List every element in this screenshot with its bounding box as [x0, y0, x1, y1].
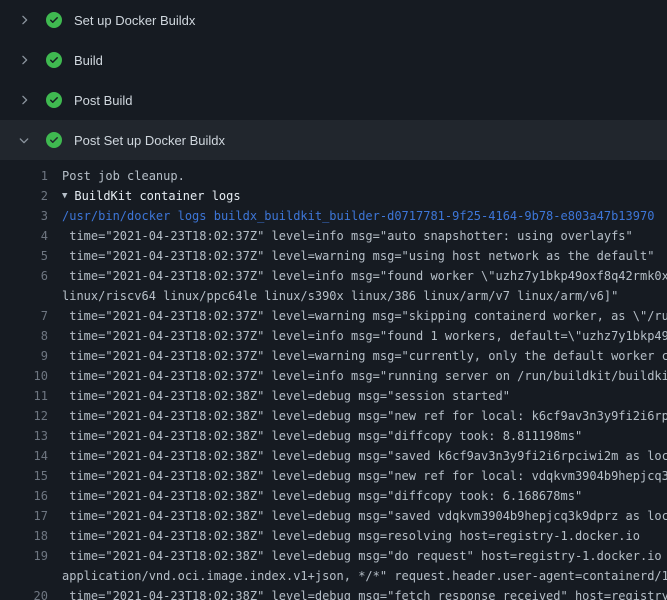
line-number: 2 [18, 186, 48, 206]
actions-job-log-panel: Set up Docker Buildx Build Post Build [0, 0, 667, 600]
log-viewer: 1 Post job cleanup. 2 ▼ BuildKit container l… [0, 160, 667, 600]
log-line: 18 time="2021-04-23T18:02:38Z" level=deb… [0, 526, 667, 546]
step-row-post-set-up-docker-buildx[interactable]: Post Set up Docker Buildx [0, 120, 667, 160]
log-text: time="2021-04-23T18:02:37Z" level=info m… [62, 326, 667, 346]
log-text: time="2021-04-23T18:02:38Z" level=debug … [62, 526, 640, 546]
log-text: time="2021-04-23T18:02:38Z" level=debug … [62, 466, 667, 486]
log-line: 17 time="2021-04-23T18:02:38Z" level=deb… [0, 506, 667, 526]
log-text: Post job cleanup. [62, 166, 185, 186]
line-number: 5 [18, 246, 48, 266]
step-label: Post Build [74, 93, 133, 108]
log-line: linux/riscv64 linux/ppc64le linux/s390x … [0, 286, 667, 306]
chevron-right-icon[interactable] [16, 92, 32, 108]
step-row-post-build[interactable]: Post Build [0, 80, 667, 120]
log-text: time="2021-04-23T18:02:38Z" level=debug … [62, 486, 582, 506]
log-line: 7 time="2021-04-23T18:02:37Z" level=warn… [0, 306, 667, 326]
group-caret-down-icon[interactable]: ▼ [62, 186, 67, 206]
log-line: 3/usr/bin/docker logs buildx_buildkit_bu… [0, 206, 667, 226]
log-text: time="2021-04-23T18:02:38Z" level=debug … [62, 446, 667, 466]
log-command-text[interactable]: /usr/bin/docker logs buildx_buildkit_bui… [62, 206, 654, 226]
step-label: Build [74, 53, 103, 68]
line-number: 14 [18, 446, 48, 466]
log-text: time="2021-04-23T18:02:37Z" level=info m… [62, 266, 667, 286]
log-text: time="2021-04-23T18:02:37Z" level=warnin… [62, 246, 654, 266]
line-number: 11 [18, 386, 48, 406]
log-line: 11 time="2021-04-23T18:02:38Z" level=deb… [0, 386, 667, 406]
line-number: 3 [18, 206, 48, 226]
log-line: 12 time="2021-04-23T18:02:38Z" level=deb… [0, 406, 667, 426]
log-line: 13 time="2021-04-23T18:02:38Z" level=deb… [0, 426, 667, 446]
log-text: BuildKit container logs [74, 186, 240, 206]
log-line: 19 time="2021-04-23T18:02:38Z" level=deb… [0, 546, 667, 566]
line-number: 12 [18, 406, 48, 426]
log-line: 20 time="2021-04-23T18:02:38Z" level=deb… [0, 586, 667, 600]
log-lines: 1 Post job cleanup. 2 ▼ BuildKit container l… [0, 166, 667, 600]
steps-list: Set up Docker Buildx Build Post Build [0, 0, 667, 160]
line-number: 13 [18, 426, 48, 446]
chevron-down-icon[interactable] [16, 132, 32, 148]
log-text: time="2021-04-23T18:02:38Z" level=debug … [62, 426, 582, 446]
log-line: 9 time="2021-04-23T18:02:37Z" level=warn… [0, 346, 667, 366]
line-number: 6 [18, 266, 48, 286]
log-line: 8 time="2021-04-23T18:02:37Z" level=info… [0, 326, 667, 346]
check-circle-success-icon [46, 132, 62, 148]
log-text: time="2021-04-23T18:02:37Z" level=warnin… [62, 346, 667, 366]
log-text: linux/riscv64 linux/ppc64le linux/s390x … [62, 286, 618, 306]
check-circle-success-icon [46, 52, 62, 68]
log-text: application/vnd.oci.image.index.v1+json,… [62, 566, 667, 586]
log-line: 6 time="2021-04-23T18:02:37Z" level=info… [0, 266, 667, 286]
step-label: Post Set up Docker Buildx [74, 133, 225, 148]
line-number: 19 [18, 546, 48, 566]
step-row-set-up-docker-buildx[interactable]: Set up Docker Buildx [0, 0, 667, 40]
log-text: time="2021-04-23T18:02:38Z" level=debug … [62, 386, 510, 406]
log-line: 10 time="2021-04-23T18:02:37Z" level=inf… [0, 366, 667, 386]
line-number: 15 [18, 466, 48, 486]
check-circle-success-icon [46, 12, 62, 28]
log-line: 14 time="2021-04-23T18:02:38Z" level=deb… [0, 446, 667, 466]
line-number: 18 [18, 526, 48, 546]
log-text: time="2021-04-23T18:02:38Z" level=debug … [62, 406, 667, 426]
line-number: 10 [18, 366, 48, 386]
log-line: 16 time="2021-04-23T18:02:38Z" level=deb… [0, 486, 667, 506]
log-line[interactable]: 2 ▼ BuildKit container logs [0, 186, 667, 206]
line-number: 8 [18, 326, 48, 346]
step-label: Set up Docker Buildx [74, 13, 195, 28]
log-line: application/vnd.oci.image.index.v1+json,… [0, 566, 667, 586]
line-number: 20 [18, 586, 48, 600]
line-number: 17 [18, 506, 48, 526]
log-text: time="2021-04-23T18:02:37Z" level=info m… [62, 226, 633, 246]
log-text: time="2021-04-23T18:02:37Z" level=info m… [62, 366, 667, 386]
line-number: 4 [18, 226, 48, 246]
chevron-right-icon[interactable] [16, 12, 32, 28]
line-number: 1 [18, 166, 48, 186]
log-line: 5 time="2021-04-23T18:02:37Z" level=warn… [0, 246, 667, 266]
step-row-build[interactable]: Build [0, 40, 667, 80]
line-number: 7 [18, 306, 48, 326]
log-line: 15 time="2021-04-23T18:02:38Z" level=deb… [0, 466, 667, 486]
log-line: 1 Post job cleanup. [0, 166, 667, 186]
log-text: time="2021-04-23T18:02:38Z" level=debug … [62, 546, 667, 566]
log-text: time="2021-04-23T18:02:37Z" level=warnin… [62, 306, 667, 326]
chevron-right-icon[interactable] [16, 52, 32, 68]
check-circle-success-icon [46, 92, 62, 108]
log-text: time="2021-04-23T18:02:38Z" level=debug … [62, 506, 667, 526]
log-text: time="2021-04-23T18:02:38Z" level=debug … [62, 586, 667, 600]
log-line: 4 time="2021-04-23T18:02:37Z" level=info… [0, 226, 667, 246]
line-number: 9 [18, 346, 48, 366]
line-number: 16 [18, 486, 48, 506]
